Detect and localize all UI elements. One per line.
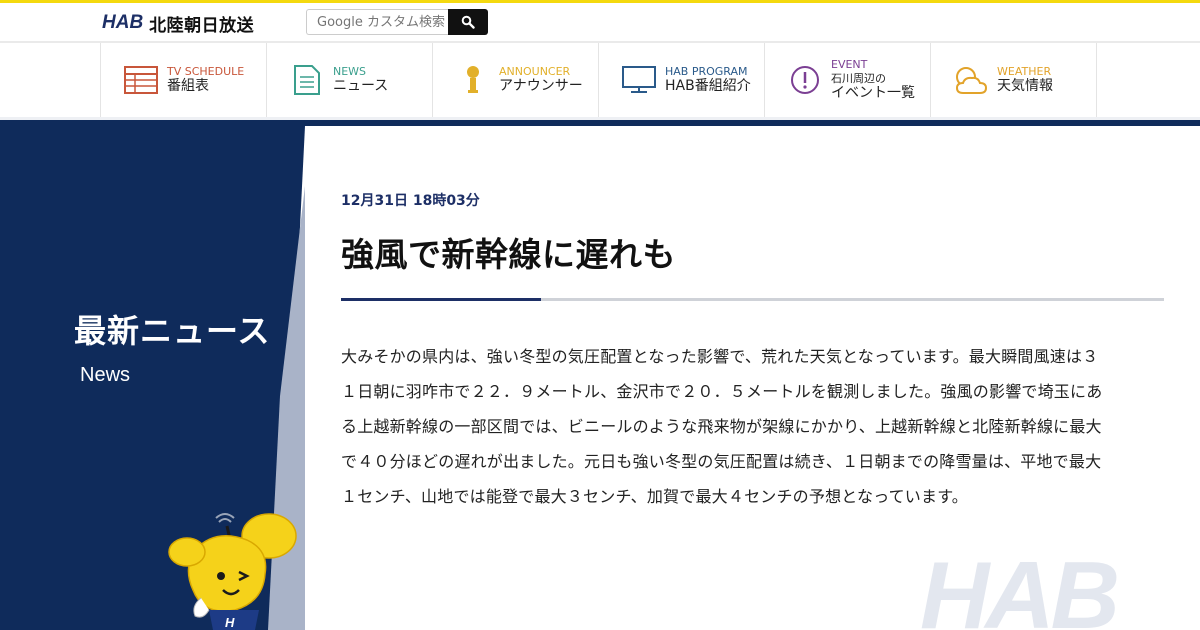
nav-item-weather[interactable]: WEATHER 天気情報 [931,43,1097,117]
title-divider-accent [341,298,541,301]
weather-icon [953,62,989,98]
nav-en-label: EVENT [831,58,868,72]
title-divider [341,298,1164,301]
sidebar-subtitle: News [80,364,131,386]
nav-ja-label: HAB番組紹介 [665,78,751,95]
search-icon [461,15,475,29]
nav-ja-label: 天気情報 [997,78,1053,95]
logo-mark: HAB [102,12,144,33]
news-icon [289,62,325,98]
news-sidebar: 最新ニュース News H [0,126,310,630]
nav-item-announcer[interactable]: ANNOUNCER アナウンサー [433,43,599,117]
nav-item-tv-schedule[interactable]: TV SCHEDULE 番組表 [101,43,267,117]
nav-item-hab-program[interactable]: HAB PROGRAM HAB番組紹介 [599,43,765,117]
svg-text:HAB: HAB [920,556,1117,630]
nav-ja-label-line1: 石川周辺の [831,71,886,85]
nav-en-label: HAB PROGRAM [665,65,748,78]
search-button[interactable] [448,9,488,35]
mascot-illustration: H [168,513,297,630]
article: 12月31日 18時03分 強風で新幹線に遅れも 大みそかの県内は、強い冬型の気… [341,190,1166,514]
nav-en-label: WEATHER [997,65,1052,78]
article-body: 大みそかの県内は、強い冬型の気圧配置となった影響で、荒れた天気となっています。最… [341,347,1103,506]
nav-item-news[interactable]: NEWS ニュース [267,43,433,117]
nav-en-label: NEWS [333,65,367,78]
article-date: 12月31日 18時03分 [341,193,480,209]
search-box [306,9,488,35]
nav-en-label: ANNOUNCER [499,65,571,78]
nav-ja-label: 番組表 [167,78,209,95]
search-input[interactable] [306,9,448,35]
announcer-icon [455,62,491,98]
article-title: 強風で新幹線に遅れも [341,235,676,274]
nav-en-label: TV SCHEDULE [167,65,245,78]
exclamation-icon [787,62,823,98]
nav-ja-label-line2: イベント一覧 [831,84,915,101]
svg-text:H: H [225,615,235,630]
nav-item-event[interactable]: EVENT 石川周辺の イベント一覧 [765,43,931,117]
sidebar-title: 最新ニュース [74,312,271,350]
hab-watermark-logo: HAB [920,556,1121,630]
site-logo[interactable]: HAB 北陸朝日放送 [102,11,255,36]
logo-text: 北陸朝日放送 [149,15,255,36]
main-nav: TV SCHEDULE 番組表 NEWS ニュース ANNOUNCER アナウン… [100,43,1097,117]
nav-ja-label: アナウンサー [499,78,583,95]
tv-monitor-icon [621,62,657,98]
header: HAB 北陸朝日放送 [0,3,1200,41]
tv-schedule-icon [123,62,159,98]
nav-ja-label: ニュース [333,78,389,95]
